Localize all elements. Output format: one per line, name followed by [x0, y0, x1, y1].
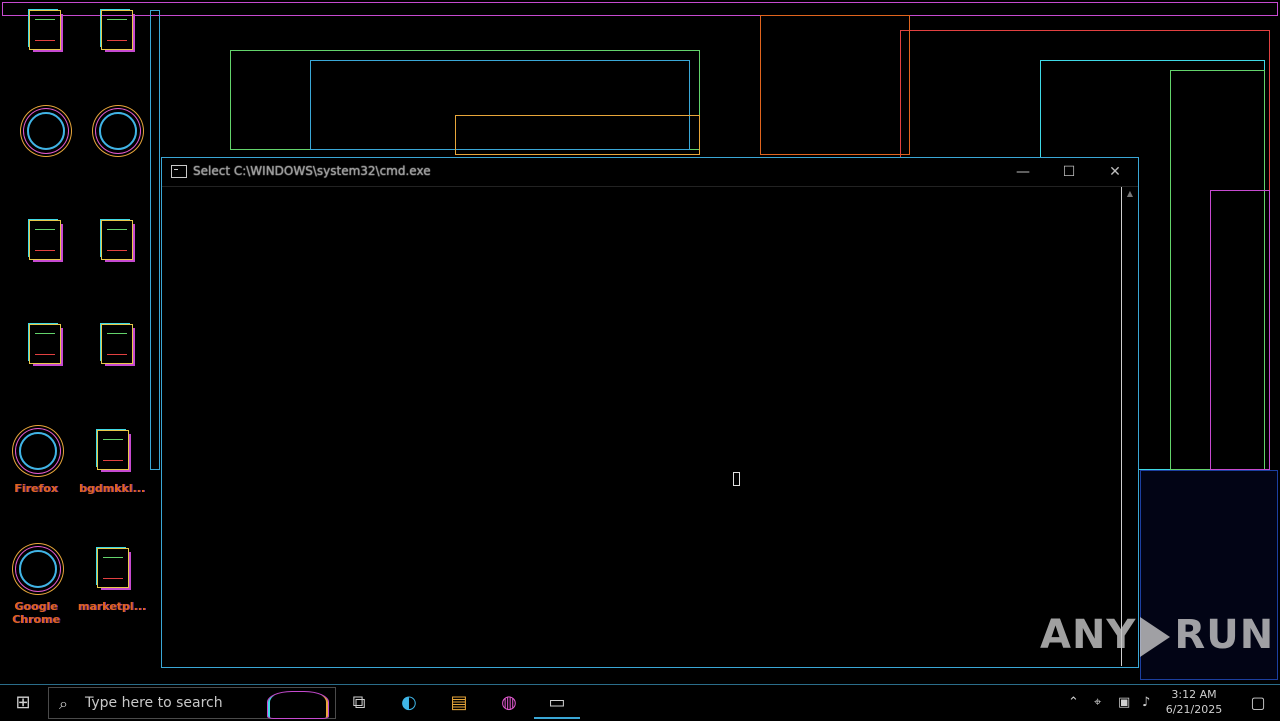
glitch-art — [2, 2, 1278, 16]
play-logo-icon — [1140, 617, 1171, 657]
volume-button[interactable]: ♪ — [1142, 685, 1150, 721]
glitch-art — [455, 115, 700, 155]
desktop-file-icon[interactable] — [80, 322, 152, 376]
taskbar: ⊞ ⌕ Type here to search ⧉ ◐ ▤ ◍ ▭ ⌃ ⌖ ▣ … — [0, 684, 1280, 721]
cmd-window-title: Select C:\WINDOWS\system32\cmd.exe — [193, 164, 431, 178]
desktop-file-icon[interactable] — [80, 108, 152, 162]
console-icon: ▭ — [548, 692, 566, 713]
chrome-icon — [13, 546, 59, 598]
anyrun-watermark: ANY RUN — [1040, 612, 1274, 658]
watermark-text-left: ANY — [1040, 612, 1137, 658]
notification-icon: ▢ — [1250, 693, 1266, 712]
show-hidden-icons-button[interactable]: ⌃ — [1068, 685, 1079, 721]
search-icon: ⌕ — [59, 694, 68, 713]
desktop-icon-label: Firefox — [14, 482, 58, 495]
action-center-button[interactable]: ▢ — [1236, 685, 1280, 721]
glitch-art — [1210, 190, 1270, 470]
document-icon — [89, 546, 135, 598]
edge-icon: ◐ — [401, 692, 417, 713]
watermark-text-right: RUN — [1174, 612, 1275, 658]
desktop-file-icon[interactable] — [80, 218, 152, 272]
cmd-titlebar[interactable]: Select C:\WINDOWS\system32\cmd.exe — ☐ ✕ — [162, 158, 1138, 187]
maximize-button[interactable]: ☐ — [1046, 158, 1092, 186]
desktop-icon-marketpl[interactable]: marketpl... — [76, 546, 148, 613]
desktop-icon-google-chrome[interactable]: Google Chrome — [0, 546, 72, 626]
network-button[interactable]: ⌖ — [1094, 685, 1101, 721]
vertical-scrollbar[interactable]: ▲ — [1123, 187, 1137, 666]
file-icon — [89, 428, 135, 480]
folder-icon: ▤ — [450, 692, 468, 713]
taskbar-firefox[interactable]: ◍ — [486, 687, 532, 719]
glitch-art — [760, 15, 910, 155]
desktop-file-icon[interactable] — [8, 218, 80, 272]
taskbar-edge[interactable]: ◐ — [386, 687, 432, 719]
desktop-icon-label: marketpl... — [77, 600, 147, 613]
clock-date: 6/21/2025 — [1165, 703, 1223, 716]
close-button[interactable]: ✕ — [1092, 158, 1138, 186]
chat-button[interactable]: ▣ — [1118, 685, 1130, 721]
minimize-button[interactable]: — — [1000, 158, 1046, 186]
desktop-icon-label: Google Chrome — [12, 600, 60, 626]
task-view-button[interactable]: ⧉ — [336, 687, 382, 719]
clock-time: 3:12 AM — [1171, 688, 1217, 701]
network-icon: ⌖ — [1094, 695, 1102, 710]
task-view-icon: ⧉ — [352, 692, 366, 713]
desktop-icon-bgdmkkl[interactable]: bgdmkkl... — [76, 428, 148, 495]
search-placeholder: Type here to search — [85, 695, 223, 711]
start-button[interactable]: ⊞ — [0, 685, 46, 721]
taskbar-search-box[interactable]: ⌕ Type here to search — [48, 687, 336, 719]
desktop-file-icon[interactable] — [80, 8, 152, 62]
cmd-console-area[interactable] — [163, 187, 1122, 666]
taskbar-clock[interactable]: 3:12 AM 6/21/2025 — [1160, 687, 1228, 717]
desktop-icon-label: bgdmkkl... — [78, 482, 146, 495]
desktop-file-icon[interactable] — [8, 322, 80, 376]
firefox-icon: ◍ — [501, 692, 517, 713]
desktop-file-icon[interactable] — [8, 8, 80, 62]
volume-icon: ♪ — [1142, 695, 1151, 710]
chat-icon: ▣ — [1118, 695, 1131, 710]
cmd-window[interactable]: Select C:\WINDOWS\system32\cmd.exe — ☐ ✕… — [161, 157, 1139, 668]
text-cursor-icon — [733, 472, 740, 486]
scroll-up-arrow-icon[interactable]: ▲ — [1125, 189, 1135, 199]
windows-logo-icon: ⊞ — [15, 692, 31, 713]
console-icon — [171, 165, 187, 178]
chevron-up-icon: ⌃ — [1068, 695, 1079, 710]
taskbar-file-explorer[interactable]: ▤ — [436, 687, 482, 719]
taskbar-cmd[interactable]: ▭ — [534, 687, 580, 719]
search-highlight-icon — [267, 691, 329, 719]
firefox-icon — [13, 428, 59, 480]
desktop: Firefox bgdmkkl... Google Chrome marketp… — [0, 0, 1280, 684]
desktop-icon-firefox[interactable]: Firefox — [0, 428, 72, 495]
desktop-file-icon[interactable] — [8, 108, 80, 162]
